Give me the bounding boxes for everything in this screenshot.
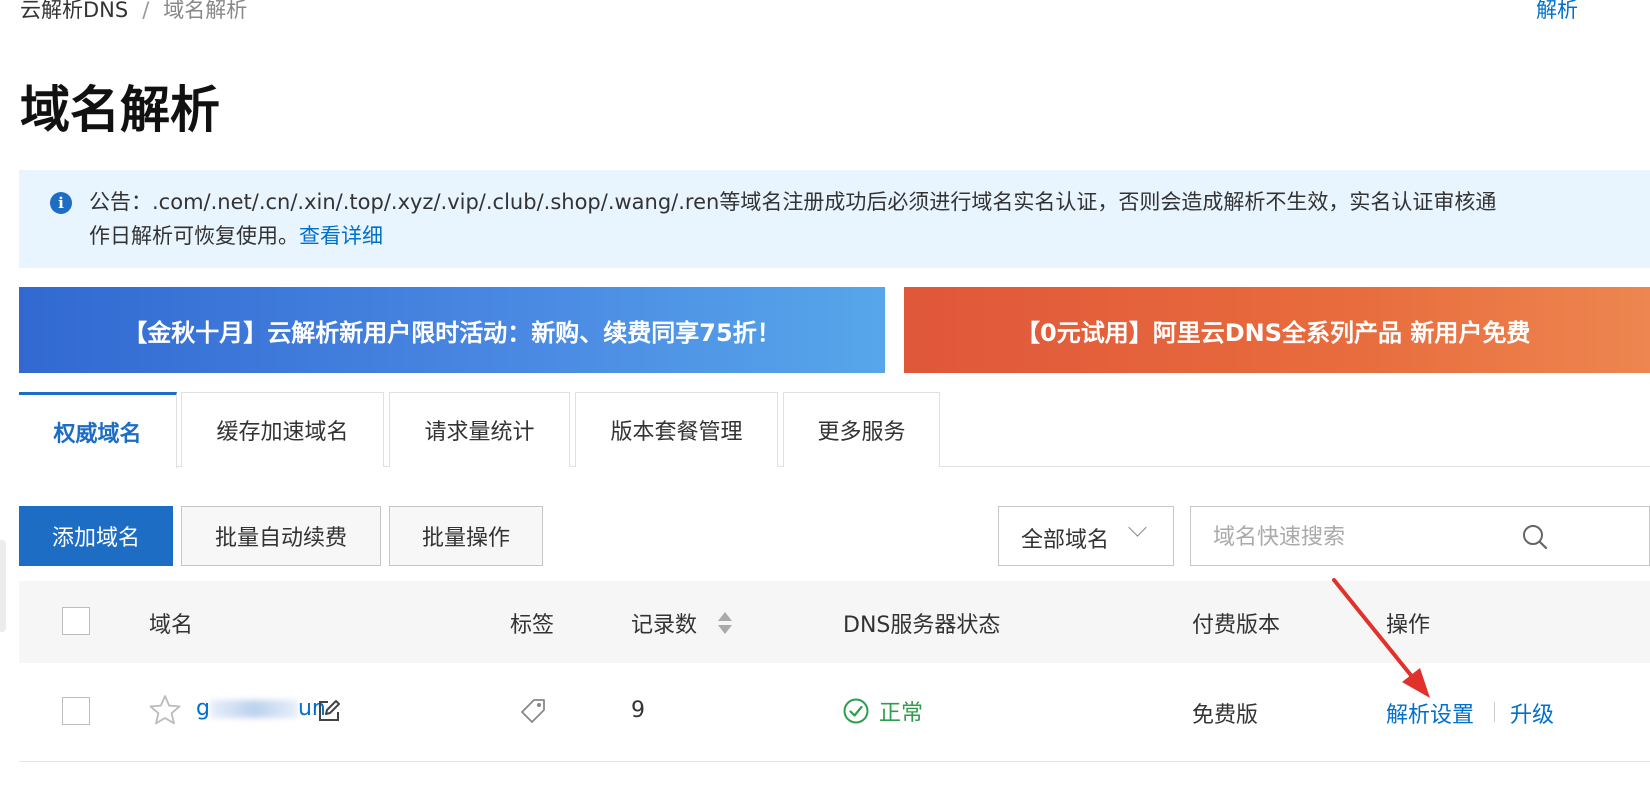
notice-text-line2-body: 作日解析可恢复使用。 xyxy=(89,224,299,248)
dns-status-text: 正常 xyxy=(879,701,924,726)
breadcrumb-separator: / xyxy=(142,0,150,22)
search-box xyxy=(1190,506,1650,566)
column-header-tag: 标签 xyxy=(510,613,555,638)
promo-banner-free-trial[interactable]: 【0元试用】阿里云DNS全系列产品 新用户免费 xyxy=(904,287,1650,373)
tab-plan-management[interactable]: 版本套餐管理 xyxy=(575,392,778,467)
row-checkbox[interactable] xyxy=(62,697,90,725)
batch-auto-renew-button[interactable]: 批量自动续费 xyxy=(181,506,381,566)
action-separator xyxy=(1494,702,1495,722)
add-domain-button[interactable]: 添加域名 xyxy=(19,506,173,566)
batch-operations-button[interactable]: 批量操作 xyxy=(389,506,543,566)
domain-name-prefix: g xyxy=(196,696,210,721)
star-icon[interactable] xyxy=(148,693,182,731)
red-arrow-annotation xyxy=(1332,578,1430,698)
column-header-records[interactable]: 记录数 xyxy=(631,607,697,639)
info-icon: i xyxy=(50,192,72,214)
breadcrumb-root[interactable]: 云解析DNS xyxy=(20,0,128,22)
notice-text-line2: 作日解析可恢复使用。查看详细 xyxy=(89,220,383,250)
top-right-link[interactable]: 解析 xyxy=(1536,0,1578,24)
sort-icon[interactable] xyxy=(717,610,733,640)
notice-banner: i 公告：.com/.net/.cn/.xin/.top/.xyz/.vip/.… xyxy=(19,170,1650,268)
breadcrumb-current: 域名解析 xyxy=(163,0,248,22)
column-header-dns-status: DNS服务器状态 xyxy=(843,613,1001,638)
domain-name-redacted xyxy=(209,700,298,718)
column-header-edition: 付费版本 xyxy=(1192,613,1281,638)
notice-details-link[interactable]: 查看详细 xyxy=(299,224,383,248)
tab-more-services[interactable]: 更多服务 xyxy=(783,392,940,467)
tab-authoritative-domains[interactable]: 权威域名 xyxy=(19,392,177,468)
domain-filter-select[interactable]: 全部域名 xyxy=(998,506,1174,566)
page-title: 域名解析 xyxy=(20,81,220,139)
check-circle-icon xyxy=(843,698,869,728)
tab-cache-accelerated-domains[interactable]: 缓存加速域名 xyxy=(181,392,384,467)
edit-icon[interactable] xyxy=(316,698,342,728)
promo-banner-autumn[interactable]: 【金秋十月】云解析新用户限时活动：新购、续费同享75折！ xyxy=(19,287,885,373)
promo-banner-free-trial-text: 【0元试用】阿里云DNS全系列产品 新用户免费 xyxy=(1016,318,1531,347)
chevron-down-icon xyxy=(1128,518,1147,537)
column-header-domain: 域名 xyxy=(149,613,194,638)
select-all-checkbox[interactable] xyxy=(62,607,90,635)
search-icon[interactable] xyxy=(1521,523,1549,555)
notice-text-line1: 公告：.com/.net/.cn/.xin/.top/.xyz/.vip/.cl… xyxy=(89,190,1497,214)
domain-search-input[interactable] xyxy=(1211,519,1515,555)
domain-filter-value: 全部域名 xyxy=(1021,528,1110,553)
domain-name-link[interactable]: g un xyxy=(196,696,326,721)
record-count: 9 xyxy=(631,698,645,723)
edition-text: 免费版 xyxy=(1192,703,1259,728)
promo-banner-autumn-text: 【金秋十月】云解析新用户限时活动：新购、续费同享75折！ xyxy=(123,318,781,347)
upgrade-link[interactable]: 升级 xyxy=(1510,697,1554,729)
breadcrumb: 云解析DNS / 域名解析 xyxy=(20,0,247,24)
tag-icon[interactable] xyxy=(519,697,547,729)
side-handle[interactable] xyxy=(0,540,6,632)
tab-request-statistics[interactable]: 请求量统计 xyxy=(389,392,570,467)
